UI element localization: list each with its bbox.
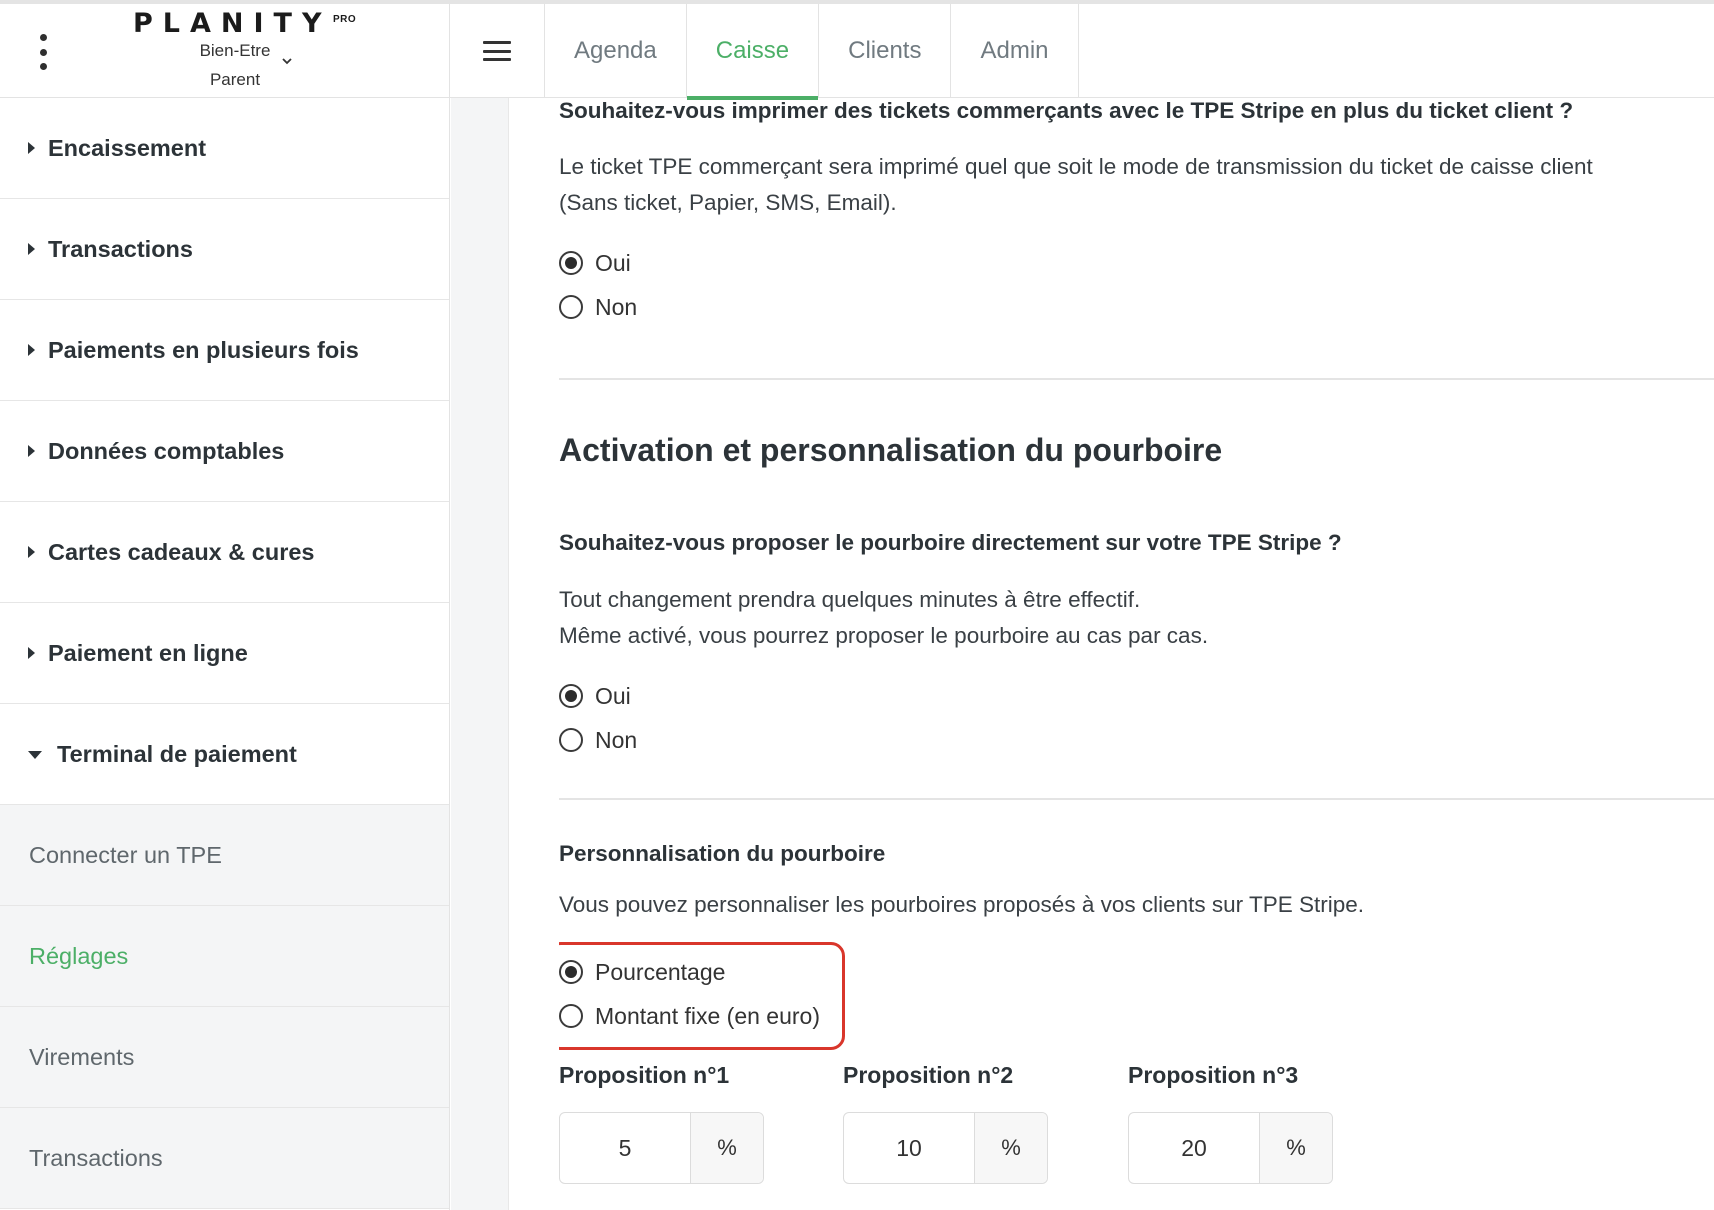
tip-activation-radio-oui[interactable]: Oui	[559, 681, 631, 711]
radio-label: Montant fixe (en euro)	[595, 1002, 821, 1029]
tab-agenda[interactable]: Agenda	[545, 4, 687, 98]
settings-content: Souhaitez-vous imprimer des tickets comm…	[559, 98, 1714, 1210]
content-gutter	[451, 98, 509, 1210]
sidebar-subitem-transactions[interactable]: Transactions	[0, 1108, 449, 1209]
radio-checked-icon	[559, 684, 583, 708]
sidebar-subitem-connecter-tpe[interactable]: Connecter un TPE	[0, 805, 449, 906]
caret-right-icon	[28, 647, 35, 659]
percent-unit: %	[975, 1113, 1047, 1183]
radio-unchecked-icon	[559, 1004, 583, 1028]
sidebar-item-terminal-paiement[interactable]: Terminal de paiement	[0, 704, 449, 805]
tip-activation-question: Souhaitez-vous proposer le pourboire dir…	[559, 530, 1342, 555]
tip-type-radio-montant-fixe[interactable]: Montant fixe (en euro)	[559, 1001, 820, 1031]
merchant-ticket-description-2: (Sans ticket, Papier, SMS, Email).	[559, 190, 897, 215]
proposal-label: Proposition n°3	[1128, 1062, 1299, 1088]
sidebar-item-label: Paiements en plusieurs fois	[48, 336, 359, 363]
sidebar-item-cartes-cadeaux[interactable]: Cartes cadeaux & cures	[0, 502, 449, 603]
merchant-ticket-description-1: Le ticket TPE commerçant sera imprimé qu…	[559, 154, 1593, 179]
sidebar-item-encaissement[interactable]: Encaissement	[0, 98, 449, 199]
sidebar-item-paiement-en-ligne[interactable]: Paiement en ligne	[0, 603, 449, 704]
radio-label: Non	[595, 293, 638, 320]
section-divider	[559, 798, 1714, 800]
tab-caisse[interactable]: Caisse	[686, 4, 820, 100]
tip-customization-description: Vous pouvez personnaliser les pourboires…	[559, 892, 1365, 917]
planity-logo: PLANITY PRO	[133, 8, 373, 39]
chevron-down-icon[interactable]	[280, 54, 294, 68]
tip-proposal-2: Proposition n°2 10 %	[843, 1062, 1048, 1184]
tip-type-radio-pourcentage[interactable]: Pourcentage	[559, 957, 725, 987]
sidebar-item-paiements-plusieurs-fois[interactable]: Paiements en plusieurs fois	[0, 300, 449, 401]
logo-wordmark: PLANITY	[133, 8, 332, 39]
hamburger-menu-icon[interactable]	[483, 41, 511, 61]
proposal-3-input[interactable]: 20	[1129, 1113, 1260, 1183]
tip-proposal-1: Proposition n°1 5 %	[559, 1062, 764, 1184]
tab-clients[interactable]: Clients	[819, 4, 952, 98]
sidebar-item-transactions[interactable]: Transactions	[0, 199, 449, 300]
proposal-3-input-group: 20 %	[1128, 1112, 1333, 1184]
sidebar-item-label: Paiement en ligne	[48, 639, 248, 666]
proposal-label: Proposition n°1	[559, 1062, 730, 1088]
sidebar-subitem-virements[interactable]: Virements	[0, 1007, 449, 1108]
radio-checked-icon	[559, 960, 583, 984]
caret-right-icon	[28, 445, 35, 457]
brand-area: PLANITY PRO Bien-Etre Parent	[0, 4, 450, 98]
caret-right-icon	[28, 142, 35, 154]
sidebar-item-label: Cartes cadeaux & cures	[48, 538, 315, 565]
caret-right-icon	[28, 344, 35, 356]
proposal-label: Proposition n°2	[843, 1062, 1014, 1088]
proposal-2-input[interactable]: 10	[844, 1113, 975, 1183]
proposal-1-input-group: 5 %	[559, 1112, 764, 1184]
sidebar-item-label: Transactions	[48, 235, 193, 262]
tip-proposal-3: Proposition n°3 20 %	[1128, 1062, 1333, 1184]
radio-checked-icon	[559, 251, 583, 275]
merchant-ticket-radio-oui[interactable]: Oui	[559, 248, 631, 278]
app-header: PLANITY PRO Bien-Etre Parent Agenda Cais…	[0, 4, 1714, 100]
radio-label: Oui	[595, 682, 631, 709]
percent-unit: %	[691, 1113, 763, 1183]
radio-label: Oui	[595, 249, 631, 276]
sidebar-item-label: Terminal de paiement	[57, 740, 297, 767]
caret-down-icon	[28, 751, 42, 759]
tip-customization-title: Personnalisation du pourboire	[559, 841, 886, 866]
proposal-2-input-group: 10 %	[843, 1112, 1048, 1184]
radio-unchecked-icon	[559, 728, 583, 752]
caret-right-icon	[28, 243, 35, 255]
tip-activation-description-1: Tout changement prendra quelques minutes…	[559, 587, 1141, 612]
tip-activation-radio-non[interactable]: Non	[559, 725, 637, 755]
radio-label: Pourcentage	[595, 958, 726, 985]
percent-unit: %	[1260, 1113, 1332, 1183]
sidebar-item-label: Encaissement	[48, 134, 207, 161]
logo-pro-badge: PRO	[333, 14, 357, 25]
section-divider	[559, 378, 1714, 380]
sidebar-subitem-reglages[interactable]: Réglages	[0, 906, 449, 1007]
sidebar-item-donnees-comptables[interactable]: Données comptables	[0, 401, 449, 502]
sidebar-item-label: Données comptables	[48, 437, 285, 464]
sidebar: Encaissement Transactions Paiements en p…	[0, 98, 450, 1210]
salon-name-line2: Parent	[209, 70, 261, 89]
proposal-1-input[interactable]: 5	[560, 1113, 691, 1183]
tip-activation-description-2: Même activé, vous pourrez proposer le po…	[559, 623, 1209, 648]
tip-section-title: Activation et personnalisation du pourbo…	[559, 432, 1223, 468]
caret-right-icon	[28, 546, 35, 558]
merchant-ticket-radio-non[interactable]: Non	[559, 292, 637, 322]
more-options-icon[interactable]	[38, 34, 48, 70]
main-tabs: Agenda Caisse Clients Admin	[544, 4, 1079, 100]
merchant-ticket-question: Souhaitez-vous imprimer des tickets comm…	[559, 98, 1574, 123]
tab-admin[interactable]: Admin	[951, 4, 1079, 98]
radio-label: Non	[595, 726, 638, 753]
radio-unchecked-icon	[559, 295, 583, 319]
